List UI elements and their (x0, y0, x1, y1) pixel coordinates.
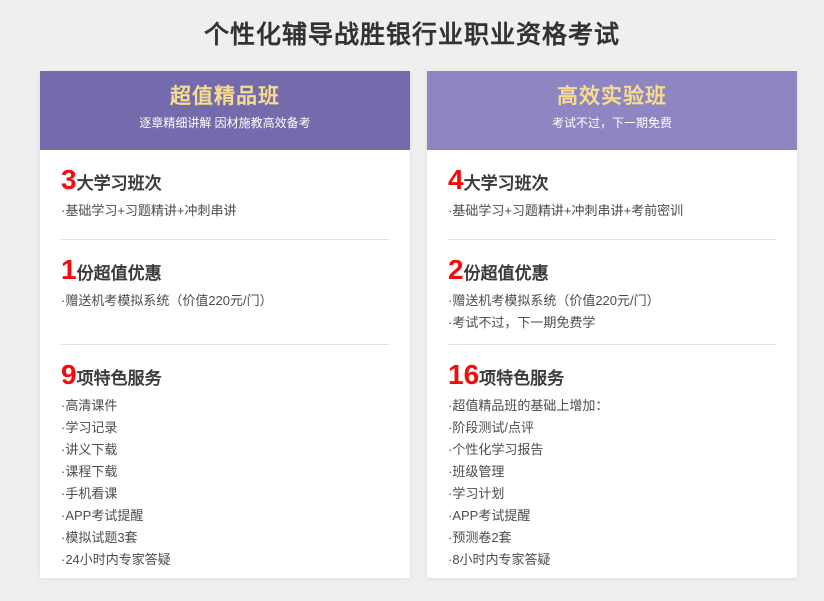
section-count: 16 (448, 359, 479, 390)
list-item: ·课程下载 (61, 461, 389, 483)
list-item: ·基础学习+习题精讲+冲刺串讲+考前密训 (448, 200, 776, 222)
list-item: ·学习计划 (448, 483, 776, 505)
card-premium-header: 超值精品班 逐章精细讲解 因材施教高效备考 (40, 71, 410, 150)
section-title: 大学习班次 (464, 174, 549, 193)
list-item: ·阶段测试/点评 (448, 417, 776, 439)
list-item: ·APP考试提醒 (61, 505, 389, 527)
section-title: 项特色服务 (479, 369, 564, 388)
section-heading: 9项特色服务 (61, 360, 389, 395)
section-title: 份超值优惠 (77, 264, 162, 283)
experimental-section-discount: 2份超值优惠 ·赠送机考模拟系统（价值220元/门） ·考试不过，下一期免费学 (448, 240, 776, 345)
list-item: ·赠送机考模拟系统（价值220元/门） (61, 290, 389, 312)
list-item: ·超值精品班的基础上增加： (448, 395, 776, 417)
premium-section-services: 9项特色服务 ·高清课件 ·学习记录 ·讲义下载 ·课程下载 ·手机看课 ·AP… (61, 345, 389, 578)
card-experimental: 高效实验班 考试不过，下一期免费 4大学习班次 ·基础学习+习题精讲+冲刺串讲+… (427, 71, 797, 578)
experimental-section-services: 16项特色服务 ·超值精品班的基础上增加： ·阶段测试/点评 ·个性化学习报告 … (448, 345, 776, 578)
list-item: ·讲义下载 (61, 439, 389, 461)
list-item: ·考试不过，下一期免费学 (448, 312, 776, 334)
section-heading: 16项特色服务 (448, 360, 776, 395)
list-item: ·24小时内专家答疑 (61, 549, 389, 571)
section-title: 项特色服务 (77, 369, 162, 388)
list-item: ·高清课件 (61, 395, 389, 417)
premium-section-discount: 1份超值优惠 ·赠送机考模拟系统（价值220元/门） (61, 240, 389, 345)
list-item: ·学习记录 (61, 417, 389, 439)
list-item: ·模拟试题3套 (61, 527, 389, 549)
list-item: ·预测卷2套 (448, 527, 776, 549)
section-heading: 4大学习班次 (448, 165, 776, 200)
card-premium: 超值精品班 逐章精细讲解 因材施教高效备考 3大学习班次 ·基础学习+习题精讲+… (40, 71, 410, 578)
section-count: 9 (61, 359, 77, 390)
card-premium-title: 超值精品班 (40, 82, 410, 112)
cards-row: 超值精品班 逐章精细讲解 因材施教高效备考 3大学习班次 ·基础学习+习题精讲+… (40, 71, 797, 578)
card-experimental-body: 4大学习班次 ·基础学习+习题精讲+冲刺串讲+考前密训 2份超值优惠 ·赠送机考… (427, 150, 797, 578)
section-count: 3 (61, 164, 77, 195)
section-heading: 1份超值优惠 (61, 255, 389, 290)
list-item: ·基础学习+习题精讲+冲刺串讲 (61, 200, 389, 222)
card-experimental-title: 高效实验班 (427, 82, 797, 112)
experimental-section-classes: 4大学习班次 ·基础学习+习题精讲+冲刺串讲+考前密训 (448, 150, 776, 240)
list-item: ·个性化学习报告 (448, 439, 776, 461)
section-count: 1 (61, 254, 77, 285)
list-item: ·8小时内专家答疑 (448, 549, 776, 571)
list-item: ·班级管理 (448, 461, 776, 483)
premium-section-classes: 3大学习班次 ·基础学习+习题精讲+冲刺串讲 (61, 150, 389, 240)
card-premium-body: 3大学习班次 ·基础学习+习题精讲+冲刺串讲 1份超值优惠 ·赠送机考模拟系统（… (40, 150, 410, 578)
section-count: 2 (448, 254, 464, 285)
list-item: ·APP考试提醒 (448, 505, 776, 527)
section-title: 份超值优惠 (464, 264, 549, 283)
list-item: ·手机看课 (61, 483, 389, 505)
section-count: 4 (448, 164, 464, 195)
card-premium-subtitle: 逐章精细讲解 因材施教高效备考 (40, 115, 410, 132)
page: 个性化辅导战胜银行业职业资格考试 超值精品班 逐章精细讲解 因材施教高效备考 3… (0, 0, 824, 601)
card-experimental-subtitle: 考试不过，下一期免费 (427, 115, 797, 132)
card-experimental-header: 高效实验班 考试不过，下一期免费 (427, 71, 797, 150)
section-heading: 2份超值优惠 (448, 255, 776, 290)
list-item: ·赠送机考模拟系统（价值220元/门） (448, 290, 776, 312)
section-heading: 3大学习班次 (61, 165, 389, 200)
page-title: 个性化辅导战胜银行业职业资格考试 (0, 0, 824, 51)
section-title: 大学习班次 (77, 174, 162, 193)
